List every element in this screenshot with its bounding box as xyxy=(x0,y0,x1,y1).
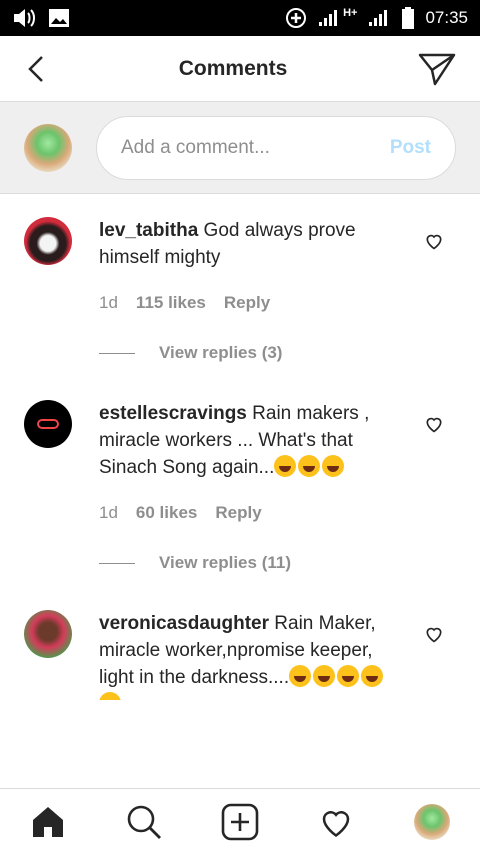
profile-avatar xyxy=(414,803,450,840)
post-button[interactable]: Post xyxy=(390,137,431,159)
share-icon[interactable] xyxy=(418,52,456,86)
data-saver-icon xyxy=(286,8,307,28)
volume-icon xyxy=(14,9,35,27)
laughing-emoji-icon xyxy=(298,455,321,477)
likes-count[interactable]: 115 likes xyxy=(136,293,206,313)
logo-mark xyxy=(37,419,59,429)
nav-profile[interactable] xyxy=(408,798,456,846)
comment-text: estellescravings Rain makers , miracle w… xyxy=(99,400,409,481)
replies-divider xyxy=(99,562,135,564)
replies-divider xyxy=(99,352,135,354)
laughing-emoji-icon xyxy=(322,455,345,477)
comment-input[interactable]: Add a comment... Post xyxy=(96,115,456,180)
page-title: Comments xyxy=(178,56,288,80)
reply-button[interactable]: Reply xyxy=(224,293,270,313)
nav-activity[interactable] xyxy=(312,798,360,846)
home-icon xyxy=(33,806,63,837)
comment-text: veronicasdaughter Rain Maker, miracle wo… xyxy=(99,610,409,700)
comment-text: lev_tabitha God always prove himself mig… xyxy=(99,217,409,271)
comment-placeholder: Add a comment... xyxy=(121,136,270,158)
signal-icon xyxy=(319,10,338,26)
header: Comments xyxy=(0,36,480,102)
view-replies-button[interactable]: View replies (3) xyxy=(99,343,282,363)
commenter-avatar[interactable] xyxy=(24,217,72,265)
battery-icon xyxy=(402,7,415,29)
commenter-avatar[interactable] xyxy=(24,400,72,448)
gallery-icon xyxy=(49,9,69,27)
my-avatar xyxy=(24,123,72,172)
likes-count[interactable]: 60 likes xyxy=(136,503,197,523)
signal-icon-2 xyxy=(369,10,388,26)
view-replies-label: View replies (11) xyxy=(159,553,291,572)
new-post-icon xyxy=(221,803,259,840)
comment-composer: Add a comment... Post xyxy=(0,102,480,194)
view-replies-button[interactable]: View replies (11) xyxy=(99,553,291,573)
comment-meta: 1d 115 likes Reply xyxy=(99,293,270,313)
rofl-emoji-icon xyxy=(99,692,121,700)
rofl-emoji-icon xyxy=(337,665,360,687)
bottom-navigation xyxy=(0,788,480,854)
comment-username[interactable]: veronicasdaughter xyxy=(99,613,269,634)
heart-icon[interactable] xyxy=(424,231,444,251)
back-arrow-icon[interactable] xyxy=(24,54,48,84)
network-type: H+ xyxy=(343,7,358,19)
comment-item: veronicasdaughter Rain Maker, miracle wo… xyxy=(0,586,480,700)
laughing-emoji-icon xyxy=(274,455,297,477)
view-replies-label: View replies (3) xyxy=(159,343,283,362)
rofl-emoji-icon xyxy=(313,665,336,687)
commenter-avatar[interactable] xyxy=(24,610,72,658)
list-blank-area xyxy=(0,700,480,788)
comment-username[interactable]: lev_tabitha xyxy=(99,220,198,241)
heart-icon[interactable] xyxy=(424,624,444,644)
rofl-emoji-icon xyxy=(361,665,384,687)
heart-icon xyxy=(322,810,350,837)
comment-age: 1d xyxy=(99,293,118,312)
status-bar: H+ 07:35 xyxy=(0,0,480,36)
rofl-emoji-icon xyxy=(289,665,312,687)
comment-age: 1d xyxy=(99,503,118,522)
comment-meta: 1d 60 likes Reply xyxy=(99,503,262,523)
search-icon xyxy=(127,805,161,839)
comment-username[interactable]: estellescravings xyxy=(99,403,247,424)
heart-icon[interactable] xyxy=(424,414,444,434)
reply-button[interactable]: Reply xyxy=(215,503,261,523)
nav-search[interactable] xyxy=(120,798,168,846)
nav-home[interactable] xyxy=(24,798,72,846)
clock: 07:35 xyxy=(425,8,468,27)
nav-new-post[interactable] xyxy=(216,798,264,846)
